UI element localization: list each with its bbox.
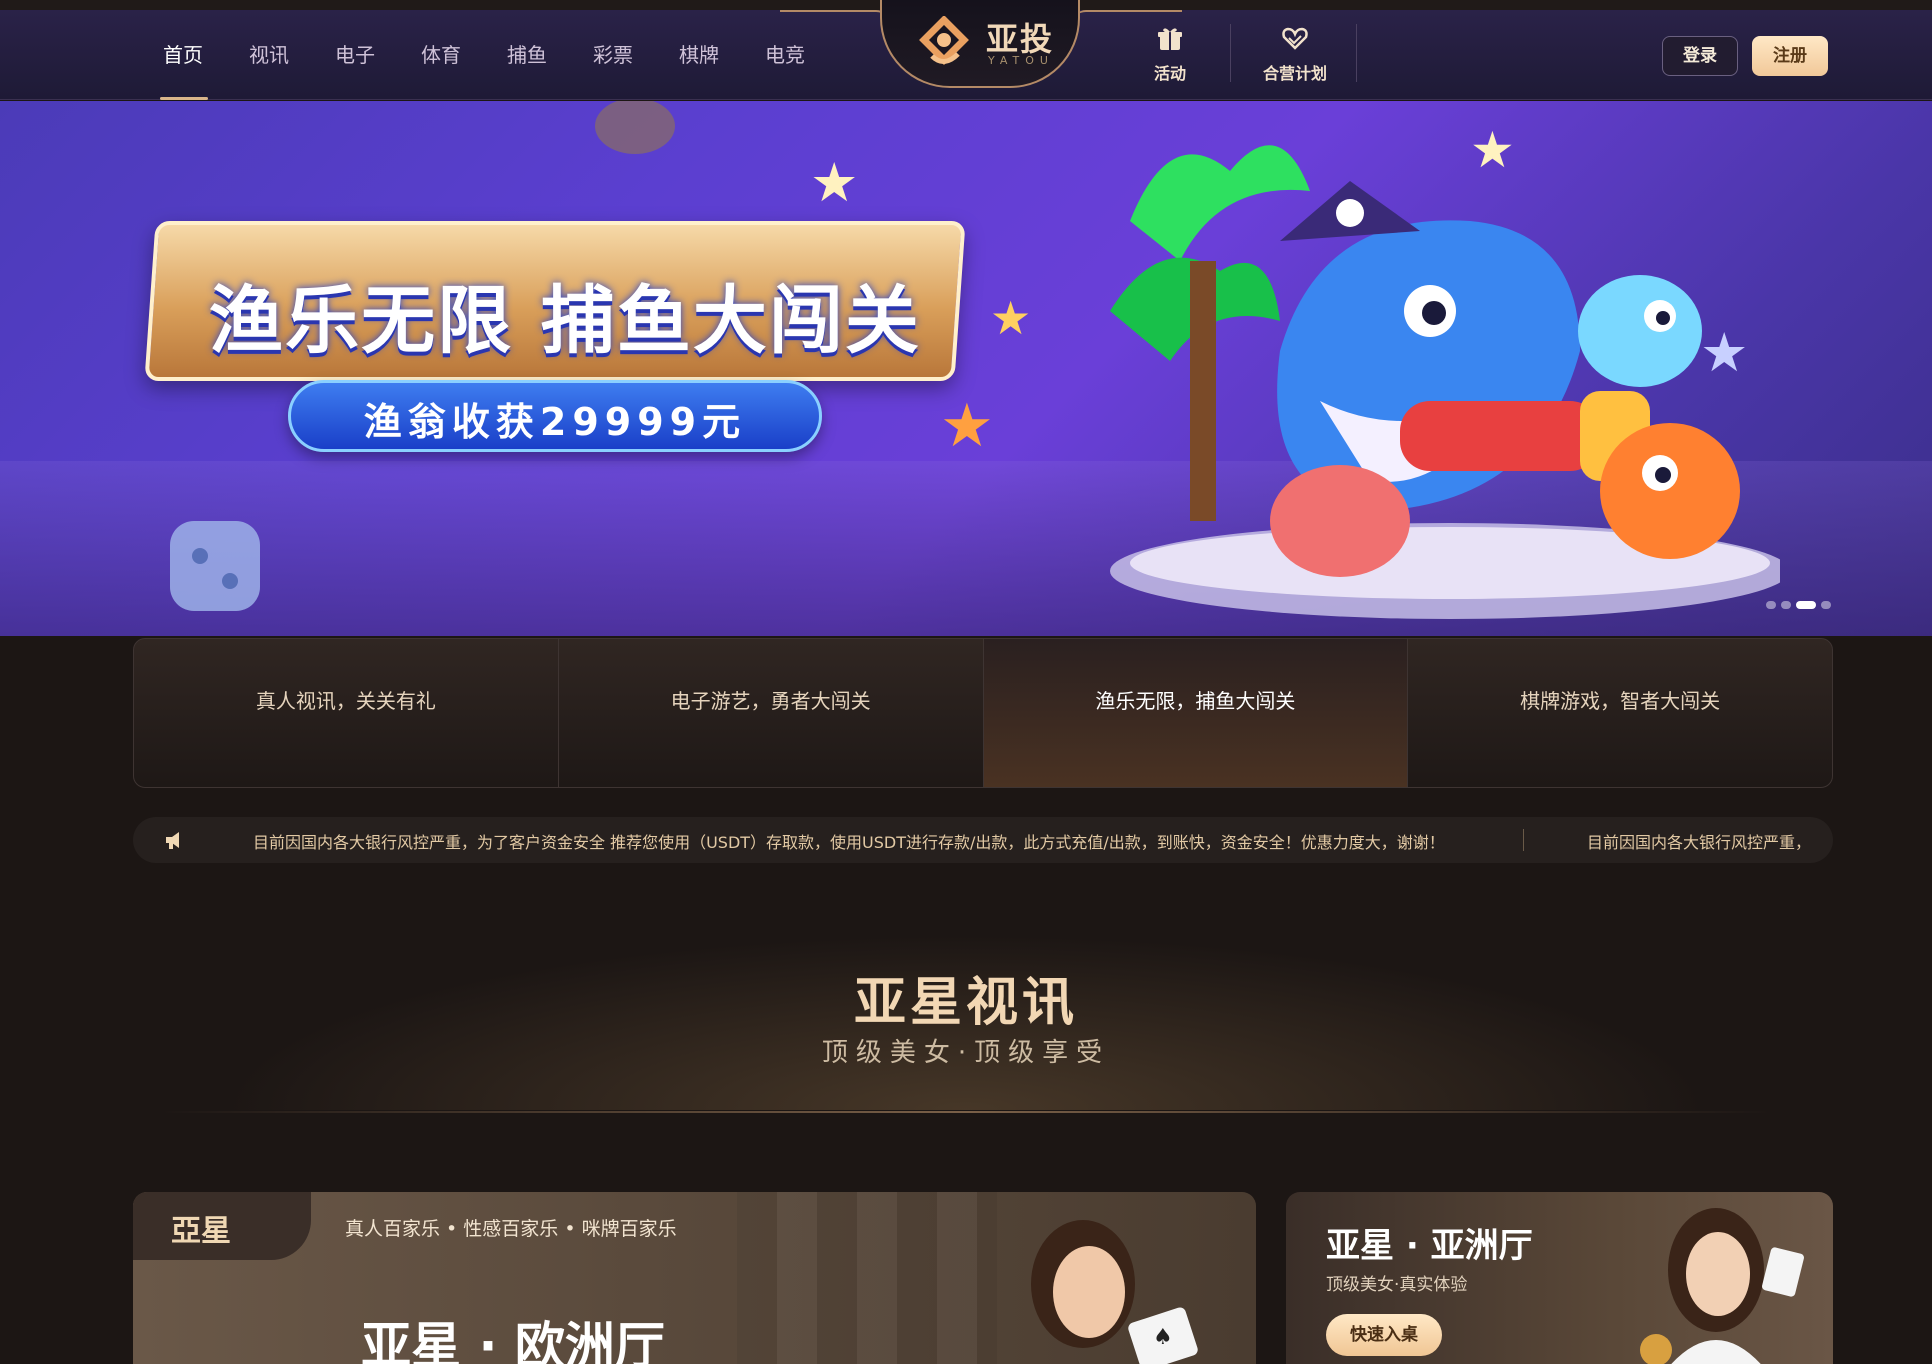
logo[interactable]: 亚投 YATOU: [880, 0, 1080, 88]
gift-icon: [1158, 28, 1182, 50]
nav-item-chess[interactable]: 棋牌: [656, 10, 742, 100]
promo-tab-live[interactable]: 真人视讯，关关有礼: [134, 639, 559, 787]
banner-title: 渔乐无限 捕鱼大闯关: [209, 278, 921, 364]
register-button[interactable]: 注册: [1752, 36, 1828, 76]
promo-tab-slots[interactable]: 电子游艺，勇者大闯关: [559, 639, 984, 787]
partnership-icon: [1282, 27, 1308, 50]
carousel-dot[interactable]: [1821, 601, 1831, 609]
dealer-portrait: [1640, 1208, 1804, 1364]
partner-plan-label: 合营计划: [1262, 64, 1327, 83]
notice-divider: [1523, 829, 1524, 851]
carousel-dot-active[interactable]: [1796, 601, 1816, 609]
dice-icon: [170, 521, 260, 611]
europe-hall-card[interactable]: 亞星 真人百家乐 • 性感百家乐 • 咪牌百家乐 亚星 · 欧洲厅 ♠: [133, 1192, 1256, 1364]
nav-item-slots[interactable]: 电子: [312, 10, 398, 100]
star-icon: ★: [810, 151, 859, 214]
promo-category-strip: 真人视讯，关关有礼 电子游艺，勇者大闯关 渔乐无限，捕鱼大闯关 棋牌游戏，智者大…: [133, 638, 1833, 788]
asia-hall-card[interactable]: 亚星 · 亚洲厅 顶级美女·真实体验 快速入桌: [1286, 1192, 1833, 1364]
nav-item-live[interactable]: 视讯: [226, 10, 312, 100]
europe-hall-tags: 真人百家乐 • 性感百家乐 • 咪牌百家乐: [345, 1218, 677, 1240]
section-title: 亚星视讯: [853, 973, 1078, 1033]
login-button[interactable]: 登录: [1662, 36, 1738, 76]
brand-tab: 亞星: [133, 1192, 311, 1260]
asia-hall-title: 亚星 · 亚洲厅: [1326, 1226, 1533, 1266]
coin-icon: [595, 101, 675, 154]
promo-tab-fishing[interactable]: 渔乐无限，捕鱼大闯关: [983, 639, 1409, 787]
svg-text:♠: ♠: [1153, 1325, 1173, 1350]
nav-item-sports[interactable]: 体育: [398, 10, 484, 100]
section-divider: [160, 1111, 1772, 1113]
carousel-dot[interactable]: [1766, 601, 1776, 609]
notice-text-repeat: 目前因国内各大银行风控严重，: [1587, 833, 1812, 852]
card-pattern: [737, 1192, 997, 1364]
logo-mark-icon: [919, 16, 969, 65]
nav-item-home[interactable]: 首页: [140, 10, 226, 100]
carousel-dots: [1766, 601, 1831, 609]
page: 首页 视讯 电子 体育 捕鱼 彩票 棋牌 电竞 亚投 YATOU 活动 合营计划…: [0, 0, 1932, 1364]
header-divider: [1230, 24, 1231, 82]
nav-item-lottery[interactable]: 彩票: [570, 10, 656, 100]
yaxing-logo: 亞星: [171, 1214, 231, 1249]
dealer-portrait: ♠: [1031, 1220, 1198, 1364]
carousel-dot[interactable]: [1781, 601, 1791, 609]
megaphone-icon: [166, 832, 179, 849]
header-divider: [1356, 24, 1357, 82]
fishing-scene-illustration: [1110, 145, 1780, 619]
banner-subtitle: 渔翁收获29999元: [363, 400, 747, 444]
quick-join-button[interactable]: 快速入桌: [1326, 1314, 1442, 1356]
main-nav: 首页 视讯 电子 体育 捕鱼 彩票 棋牌 电竞: [140, 10, 828, 100]
notice-marquee[interactable]: 目前因国内各大银行风控严重，为了客户资金安全 推荐您使用（USDT）存取款，使用…: [133, 817, 1833, 863]
logo-subtext: YATOU: [988, 54, 1054, 67]
activity-label: 活动: [1153, 64, 1186, 83]
europe-hall-title: 亚星 · 欧洲厅: [361, 1317, 665, 1364]
nav-item-fishing[interactable]: 捕鱼: [484, 10, 570, 100]
promo-tab-chess[interactable]: 棋牌游戏，智者大闯关: [1408, 639, 1832, 787]
header: 首页 视讯 电子 体育 捕鱼 彩票 棋牌 电竞 亚投 YATOU 活动 合营计划…: [0, 0, 1932, 100]
star-icon: ★: [940, 391, 994, 461]
activity-link[interactable]: 活动: [1140, 10, 1200, 100]
hero-banner[interactable]: ★ ★ ★ ★ ★ 渔乐无限 捕鱼大闯关 渔翁收获29999元: [0, 101, 1932, 636]
notice-text: 目前因国内各大银行风控严重，为了客户资金安全 推荐您使用（USDT）存取款，使用…: [253, 833, 1445, 852]
header-curve-left: [780, 10, 890, 24]
partner-plan-link[interactable]: 合营计划: [1250, 10, 1340, 100]
section-subtitle: 顶级美女·顶级享受: [821, 1038, 1111, 1068]
asia-hall-subtitle: 顶级美女·真实体验: [1326, 1275, 1468, 1295]
